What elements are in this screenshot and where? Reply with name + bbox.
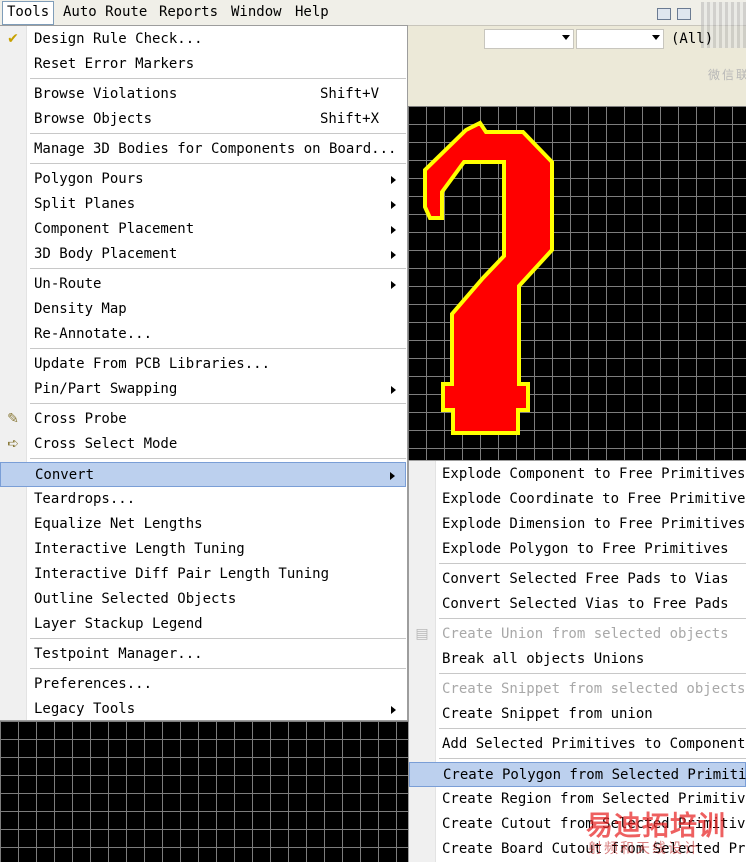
menu-item-design-rule-check[interactable]: ✔ Design Rule Check... [0,27,406,52]
menu-item-reset-error-markers[interactable]: Reset Error Markers [0,52,406,77]
menu-item-convert-vias-to-pads[interactable]: Convert Selected Vias to Free Pads [409,592,746,617]
menu-separator [439,563,746,564]
cross-probe-icon: ✎ [7,411,19,427]
menu-item-create-snippet-from-union[interactable]: Create Snippet from union [409,702,746,727]
menu-item-legacy-tools[interactable]: Legacy Tools [0,697,406,722]
menu-separator [439,618,746,619]
watermark-subtext: 射频和天线设计 [588,841,700,857]
menu-item-explode-component[interactable]: Explode Component to Free Primitives [409,462,746,487]
submenu-arrow-icon [391,706,396,714]
watermark-text: 微信联系 [708,68,746,82]
menu-item-browse-violations[interactable]: Browse Violations Shift+V [0,82,406,107]
dropdown-icon[interactable] [677,8,691,20]
menu-item-create-snippet-from-selected: Create Snippet from selected objects [442,681,746,697]
menu-item-update-from-pcb-libraries[interactable]: Update From PCB Libraries... [0,352,406,377]
menu-separator [30,163,406,164]
menu-item-split-planes[interactable]: Split Planes [0,192,406,217]
menu-window[interactable]: Window [231,4,282,21]
chevron-down-icon [652,35,660,40]
menu-item-convert[interactable]: Convert [0,462,406,487]
menu-item-polygon-pours[interactable]: Polygon Pours [0,167,406,192]
menu-separator [30,638,406,639]
menu-separator [30,348,406,349]
submenu-arrow-icon [391,176,396,184]
menu-separator [439,728,746,729]
cross-select-icon: ➪ [7,436,19,452]
menu-item-re-annotate[interactable]: Re-Annotate... [0,322,406,347]
menu-item-explode-coordinate[interactable]: Explode Coordinate to Free Primitives [409,487,746,512]
menu-separator [30,78,406,79]
menu-item-layer-stackup-legend[interactable]: Layer Stackup Legend [0,612,406,637]
filter-all-label[interactable]: (All) [671,31,713,47]
submenu-arrow-icon [391,226,396,234]
chevron-down-icon [562,35,570,40]
menu-separator [30,403,406,404]
menu-separator [30,668,406,669]
menu-item-create-polygon-from-selected[interactable]: Create Polygon from Selected Primitive [409,762,746,787]
menu-item-explode-dimension[interactable]: Explode Dimension to Free Primitives [409,512,746,537]
menu-item-browse-objects[interactable]: Browse Objects Shift+X [0,107,406,132]
union-icon: ▤ [415,626,429,642]
menu-item-teardrops[interactable]: Teardrops... [0,487,406,512]
menu-item-interactive-diff-pair-length-tuning[interactable]: Interactive Diff Pair Length Tuning [0,562,406,587]
menu-item-un-route[interactable]: Un-Route [0,272,406,297]
menu-item-cross-probe[interactable]: ✎ Cross Probe [0,407,406,432]
menu-tools[interactable]: Tools [2,1,55,25]
menu-item-preferences[interactable]: Preferences... [0,672,406,697]
drc-check-icon: ✔ [7,31,19,47]
menu-item-density-map[interactable]: Density Map [0,297,406,322]
menu-item-manage-3d-bodies[interactable]: Manage 3D Bodies for Components on Board… [0,137,406,162]
menu-item-3d-body-placement[interactable]: 3D Body Placement [0,242,406,267]
convert-submenu: Explode Component to Free Primitives Exp… [408,460,746,862]
menu-help[interactable]: Help [295,4,329,21]
menu-item-create-union: ▤ Create Union from selected objects [409,622,746,647]
submenu-arrow-icon [391,201,396,209]
menu-item-break-unions[interactable]: Break all objects Unions [409,647,746,672]
submenu-arrow-icon [391,281,396,289]
menu-item-cross-select-mode[interactable]: ➪ Cross Select Mode [0,432,406,457]
menu-item-explode-polygon[interactable]: Explode Polygon to Free Primitives [409,537,746,562]
menu-item-component-placement[interactable]: Component Placement [0,217,406,242]
menu-item-testpoint-manager[interactable]: Testpoint Manager... [0,642,406,667]
class-combo[interactable] [576,29,664,49]
submenu-arrow-icon [391,386,396,394]
menu-auto-route[interactable]: Auto Route [63,4,147,21]
submenu-arrow-icon [391,251,396,259]
menu-item-pin-part-swapping[interactable]: Pin/Part Swapping [0,377,406,402]
menu-separator [439,673,746,674]
menu-item-equalize-net-lengths[interactable]: Equalize Net Lengths [0,512,406,537]
menu-item-interactive-length-tuning[interactable]: Interactive Length Tuning [0,537,406,562]
submenu-arrow-icon [390,472,395,480]
menu-item-convert-pads-to-vias[interactable]: Convert Selected Free Pads to Vias [409,567,746,592]
menu-bar: Tools Auto Route Reports Window Help [0,0,746,26]
toolbar: (All) 微信联系 [408,2,746,106]
pcb-canvas-lower[interactable] [0,721,408,862]
menu-item-add-primitives-to-component[interactable]: Add Selected Primitives to Component [409,732,746,757]
menu-separator [439,758,746,759]
menu-item-outline-selected-objects[interactable]: Outline Selected Objects [0,587,406,612]
menu-separator [30,268,406,269]
menu-separator [30,133,406,134]
layer-combo[interactable] [484,29,574,49]
menu-reports[interactable]: Reports [159,4,218,21]
chart-icon[interactable] [657,8,671,20]
tools-menu: ✔ Design Rule Check... Reset Error Marke… [0,25,408,721]
menu-separator [30,458,406,459]
question-mark-polygon[interactable] [408,106,746,460]
